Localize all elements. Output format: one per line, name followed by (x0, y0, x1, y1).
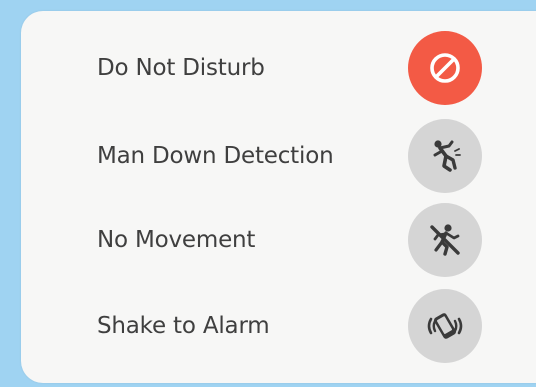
no-movement-icon (430, 224, 460, 256)
shake-to-alarm-toggle[interactable] (408, 289, 482, 363)
settings-panel: Do Not Disturb Man Down Detection No Mov… (21, 11, 536, 383)
no-movement-toggle[interactable] (408, 203, 482, 277)
setting-row-no-movement: No Movement (21, 201, 536, 279)
do-not-disturb-icon (430, 53, 460, 83)
setting-label: Shake to Alarm (97, 313, 270, 339)
shake-phone-icon (427, 313, 463, 339)
setting-label: No Movement (97, 227, 256, 253)
do-not-disturb-toggle[interactable] (408, 31, 482, 105)
setting-row-man-down-detection: Man Down Detection (21, 117, 536, 195)
setting-row-shake-to-alarm: Shake to Alarm (21, 287, 536, 365)
setting-label: Man Down Detection (97, 143, 334, 169)
falling-person-icon (433, 140, 461, 172)
setting-label: Do Not Disturb (97, 55, 265, 81)
man-down-detection-toggle[interactable] (408, 119, 482, 193)
setting-row-do-not-disturb: Do Not Disturb (21, 29, 536, 107)
